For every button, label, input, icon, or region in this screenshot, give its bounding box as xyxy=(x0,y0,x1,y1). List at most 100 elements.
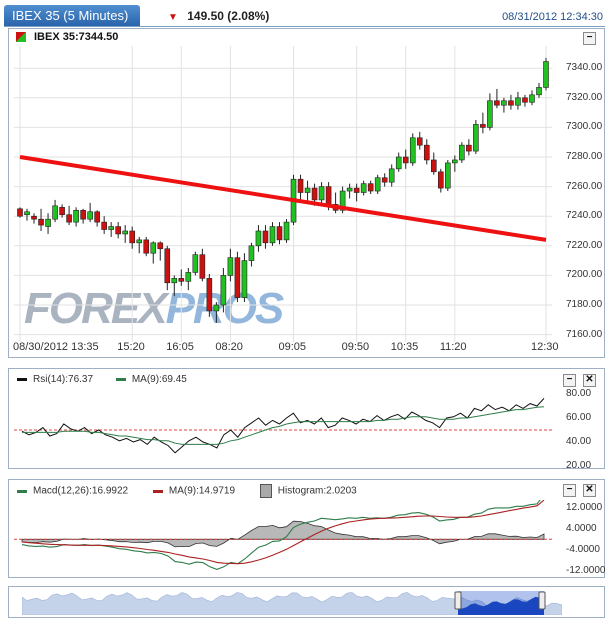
candle xyxy=(276,226,283,241)
candle xyxy=(536,87,542,96)
price-x-tick: 09:50 xyxy=(341,341,370,353)
price-y-tick: 7340.00 xyxy=(566,62,603,74)
candle xyxy=(241,260,248,298)
candle xyxy=(262,230,269,244)
candle xyxy=(255,230,262,247)
rsi-legend-swatch xyxy=(17,377,27,381)
candle xyxy=(59,207,65,216)
candle xyxy=(374,177,381,192)
minimize-macd-button[interactable]: − xyxy=(563,484,576,497)
rsi-ma-label: MA(9):69.45 xyxy=(131,374,187,385)
header-rule xyxy=(4,26,605,27)
chart-title-tab[interactable]: IBEX 35 (5 Minutes) xyxy=(4,5,140,26)
candle xyxy=(430,159,437,173)
flag-icon xyxy=(16,32,26,43)
candle xyxy=(31,215,37,220)
candle xyxy=(283,221,290,241)
price-x-tick: 15:20 xyxy=(117,341,145,353)
candle xyxy=(480,124,486,128)
rsi-label: Rsi(14):76.37 xyxy=(33,374,94,385)
candle xyxy=(143,239,150,254)
candle xyxy=(136,239,143,244)
navigator-handle[interactable] xyxy=(538,591,546,610)
navigator-chart[interactable] xyxy=(22,589,562,615)
rsi-ma-line xyxy=(22,406,545,445)
rsi-y-tick: 20.00 xyxy=(566,460,592,471)
price-y-tick: 7180.00 xyxy=(566,299,603,310)
candle xyxy=(185,272,192,282)
candle xyxy=(38,218,44,226)
candle xyxy=(101,221,107,230)
candle xyxy=(473,124,479,152)
macd-ma-legend-swatch xyxy=(152,489,163,493)
candle xyxy=(402,156,409,164)
candle xyxy=(164,248,171,284)
price-y-tick: 7160.00 xyxy=(566,328,603,340)
candle xyxy=(508,100,514,106)
price-y-tick: 7280.00 xyxy=(566,151,603,162)
candle xyxy=(501,100,507,106)
macd-y-tick: -12.0000 xyxy=(566,564,606,576)
price-x-tick: 16:05 xyxy=(166,341,194,353)
candle xyxy=(304,187,311,193)
price-x-tick: 09:05 xyxy=(278,341,307,353)
macd-y-tick: -4.0000 xyxy=(566,543,600,555)
candle xyxy=(543,61,549,88)
price-x-tick: 08:20 xyxy=(215,341,243,353)
candle xyxy=(234,257,241,298)
candle xyxy=(199,254,206,279)
minimize-rsi-button[interactable]: − xyxy=(563,374,576,387)
candle xyxy=(325,186,332,205)
price-y-tick: 7220.00 xyxy=(566,239,603,251)
macd-y-tick: 4.0000 xyxy=(566,522,597,534)
candle xyxy=(171,278,178,284)
macd-legend: Macd(12,26):16.9922 MA(9):14.9719 Histog… xyxy=(17,484,357,498)
candle xyxy=(227,257,234,276)
candle xyxy=(52,205,58,220)
close-macd-button[interactable]: ✕ xyxy=(583,484,596,497)
histogram-legend-swatch xyxy=(259,484,272,498)
timestamp: 08/31/2012 12:34:30 xyxy=(502,11,603,23)
candle xyxy=(423,144,430,161)
candle xyxy=(522,97,528,103)
price-x-tick: 10:35 xyxy=(390,341,419,353)
candle xyxy=(452,159,458,164)
change-value: 149.50 xyxy=(187,9,224,23)
candle xyxy=(494,100,500,106)
price-x-tick: 12:30 xyxy=(531,341,559,353)
candle xyxy=(24,211,30,216)
candle xyxy=(388,168,395,183)
candle xyxy=(269,226,276,244)
candle xyxy=(459,144,465,161)
macd-chart xyxy=(14,500,552,570)
close-rsi-button[interactable]: ✕ xyxy=(583,374,596,387)
candle xyxy=(220,275,227,306)
candle xyxy=(416,137,423,146)
candle xyxy=(206,278,213,312)
candle xyxy=(94,211,100,223)
candle xyxy=(192,254,199,273)
price-x-tick: 08/30/2012 13:35 xyxy=(13,341,99,353)
rsi-chart xyxy=(14,398,552,454)
minimize-price-button[interactable]: − xyxy=(583,32,596,45)
price-x-tick: 11:20 xyxy=(439,341,467,353)
candle xyxy=(73,209,79,223)
change-percent: (2.08%) xyxy=(227,9,270,23)
macd-ma-label: MA(9):14.9719 xyxy=(168,485,236,497)
candle xyxy=(466,144,472,152)
price-y-tick: 7200.00 xyxy=(566,269,603,281)
rsi-y-tick: 80.00 xyxy=(566,388,592,399)
candle xyxy=(311,187,318,201)
candle xyxy=(122,230,128,235)
rsi-y-tick: 60.00 xyxy=(566,412,592,423)
price-change: ▼ 149.50 (2.08%) xyxy=(168,9,269,23)
rsi-y-tick: 40.00 xyxy=(566,436,592,447)
candle xyxy=(157,242,164,250)
down-arrow-icon: ▼ xyxy=(168,12,178,23)
histogram-area xyxy=(21,520,545,548)
navigator-handle[interactable] xyxy=(454,591,462,610)
candle xyxy=(346,187,353,192)
candle xyxy=(129,230,136,244)
candle xyxy=(360,183,367,193)
candle xyxy=(381,177,388,183)
